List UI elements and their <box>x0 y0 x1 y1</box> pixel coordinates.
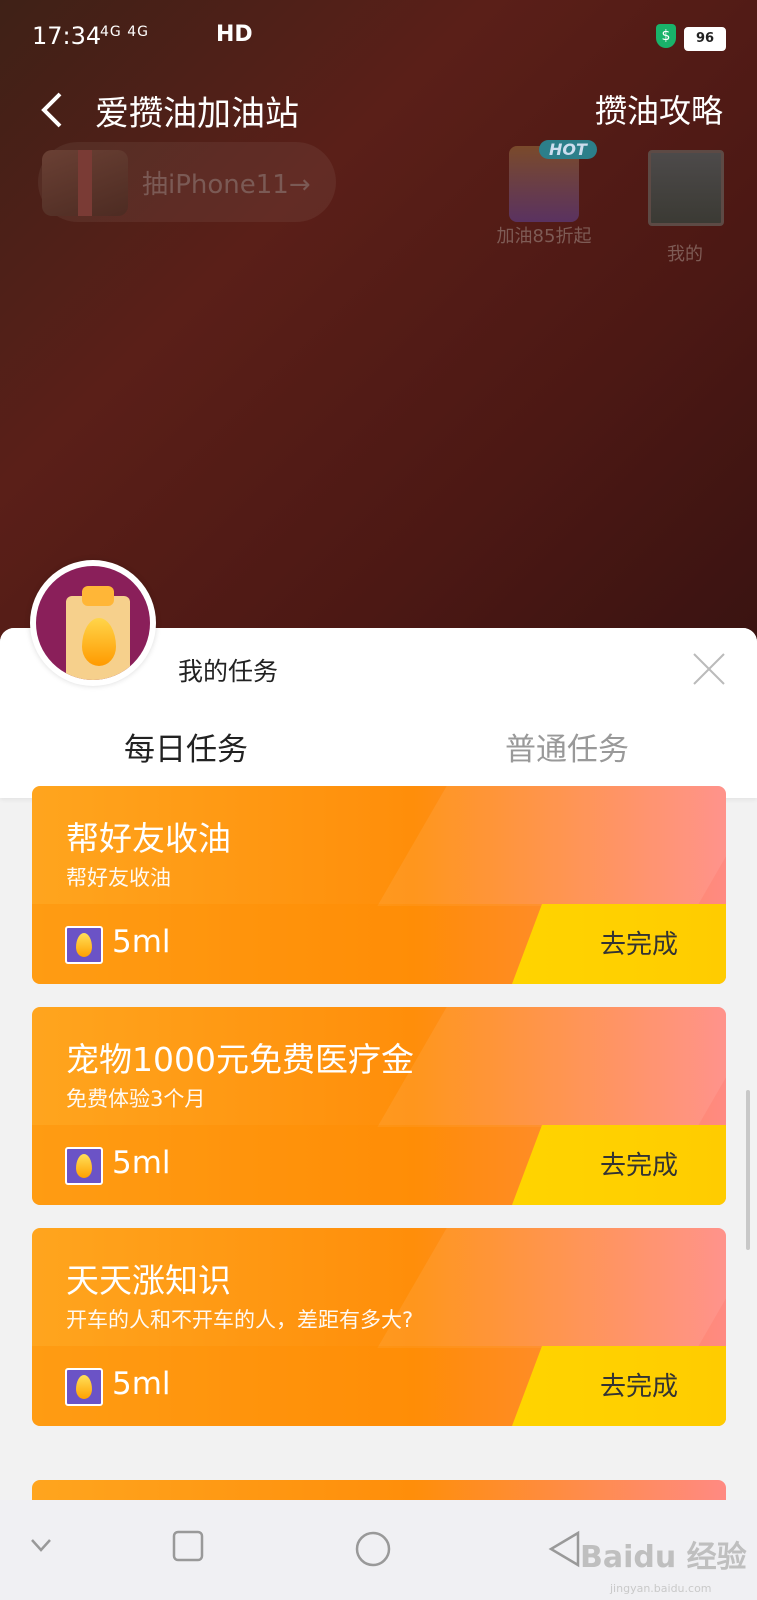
home-icon[interactable] <box>354 1530 392 1568</box>
complete-task-button[interactable]: 去完成 <box>512 1346 726 1426</box>
panel-title: 我的任务 <box>178 657 279 686</box>
chevron-left-icon <box>41 92 62 128</box>
task-card: 帮好友收油 帮好友收油 5ml 去完成 <box>32 786 726 984</box>
task-subtitle: 免费体验3个月 <box>66 1087 206 1111</box>
gift-icon <box>42 150 128 216</box>
task-reward: 5ml <box>112 1145 171 1181</box>
discount-entry[interactable]: HOT 加油85折起 <box>490 140 598 248</box>
complete-task-label: 去完成 <box>599 930 678 960</box>
oil-drop-icon <box>65 926 103 964</box>
task-reward: 5ml <box>112 1366 171 1402</box>
task-title: 帮好友收油 <box>66 819 231 858</box>
shield-icon: $ <box>656 24 676 48</box>
hd-indicator: HD <box>216 22 253 47</box>
task-subtitle: 帮好友收油 <box>66 866 171 890</box>
gift-box-icon: HOT <box>509 140 597 222</box>
watermark-logo: Baidu 经验 <box>580 1540 747 1575</box>
task-title: 宠物1000元免费医疗金 <box>66 1040 414 1079</box>
close-icon[interactable] <box>692 652 726 686</box>
recent-apps-icon[interactable] <box>172 1530 204 1564</box>
complete-task-label: 去完成 <box>599 1372 678 1402</box>
scrollbar[interactable] <box>746 1090 750 1250</box>
watermark-url: jingyan.baidu.com <box>610 1582 712 1595</box>
profile-thumbnail <box>648 150 724 226</box>
task-card: 天天涨知识 开车的人和不开车的人，差距有多大? 5ml 去完成 <box>32 1228 726 1426</box>
tab-normal-tasks[interactable]: 普通任务 <box>505 724 629 769</box>
task-title: 天天涨知识 <box>66 1261 231 1300</box>
back-triangle-icon[interactable] <box>548 1530 582 1568</box>
status-time: 17:34 <box>32 22 102 50</box>
task-subtitle: 开车的人和不开车的人，差距有多大? <box>66 1308 414 1332</box>
complete-task-label: 去完成 <box>599 1151 678 1181</box>
my-entry[interactable]: 我的 <box>648 150 724 266</box>
network-signal: 4G 4G <box>100 24 149 40</box>
clipboard-oil-icon <box>36 566 150 680</box>
chevron-down-icon[interactable] <box>26 1530 56 1560</box>
page-title: 爱攒油加油站 <box>95 94 299 134</box>
guide-link[interactable]: 攒油攻略 <box>595 86 723 132</box>
oil-drop-icon <box>65 1147 103 1185</box>
promo-label: 抽iPhone11→ <box>142 170 311 200</box>
complete-task-button[interactable]: 去完成 <box>512 904 726 984</box>
iphone-promo-button[interactable]: 抽iPhone11→ <box>38 142 336 222</box>
task-card: 宠物1000元免费医疗金 免费体验3个月 5ml 去完成 <box>32 1007 726 1205</box>
tab-daily-tasks[interactable]: 每日任务 <box>124 724 248 769</box>
task-avatar <box>30 560 156 686</box>
back-button[interactable] <box>38 90 68 130</box>
status-bar: 17:34 4G 4G HD $ 96 <box>0 0 757 58</box>
hot-badge: HOT <box>539 140 597 159</box>
discount-label: 加油85折起 <box>496 226 592 247</box>
my-label: 我的 <box>667 244 703 265</box>
battery-indicator: 96 <box>684 27 726 51</box>
task-reward: 5ml <box>112 924 171 960</box>
oil-drop-icon <box>65 1368 103 1406</box>
complete-task-button[interactable]: 去完成 <box>512 1125 726 1205</box>
